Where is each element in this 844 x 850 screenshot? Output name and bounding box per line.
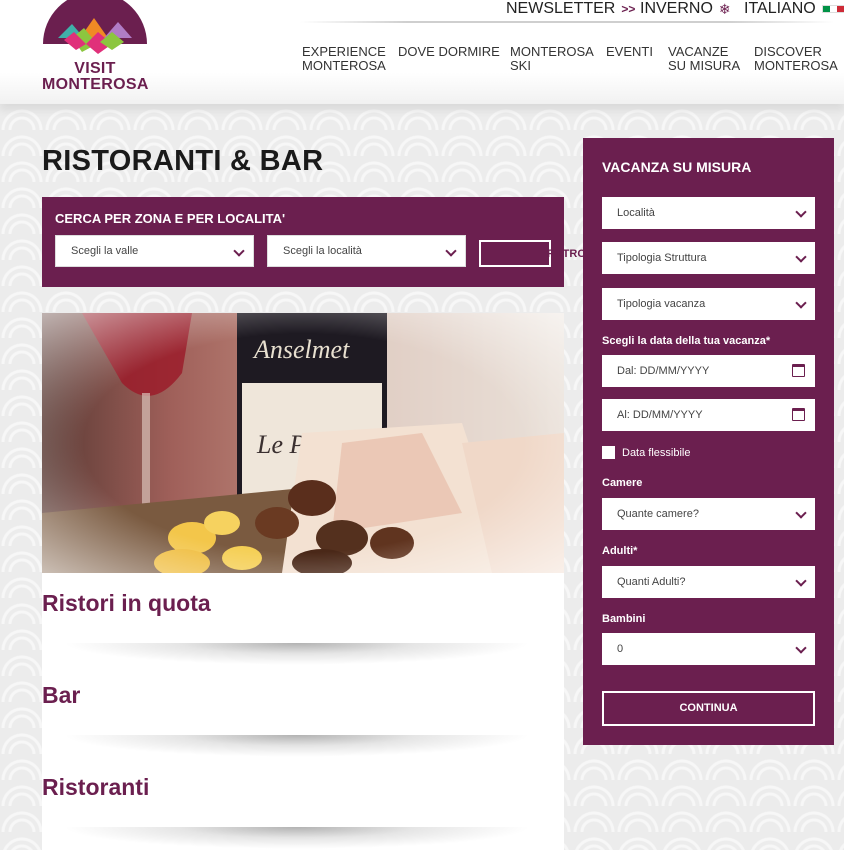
localita-dropdown[interactable]: Località [602, 197, 815, 229]
logo-visit-text: VISIT [74, 60, 116, 77]
chevron-down-icon [795, 642, 807, 654]
bambini-dropdown-value: 0 [617, 643, 624, 655]
date-to-field[interactable]: Al: DD/MM/YYYY [602, 399, 815, 431]
double-chevron-right-icon: >> [621, 2, 636, 16]
filter-button[interactable]: FILTRO [479, 240, 586, 267]
calendar-icon[interactable] [792, 364, 805, 377]
chevron-down-icon [795, 251, 807, 263]
nav-dove-dormire[interactable]: DOVE DORMIRE [398, 45, 500, 59]
category-divider [62, 827, 532, 849]
calendar-icon[interactable] [792, 408, 805, 421]
adulti-dropdown[interactable]: Quanti Adulti? [602, 566, 815, 598]
nav-discover-monterosa[interactable]: DISCOVER MONTEROSA [754, 45, 838, 73]
sidebar-title: VACANZA SU MISURA [602, 159, 752, 175]
page-title: RISTORANTI & BAR [42, 145, 324, 177]
language-label: ITALIANO [744, 0, 816, 17]
nav-eventi[interactable]: EVENTI [606, 45, 653, 59]
date-label: Scegli la data della tua vacanza* [602, 335, 771, 347]
camere-label: Camere [602, 477, 643, 489]
season-label: INVERNO [640, 0, 713, 17]
bambini-dropdown[interactable]: 0 [602, 633, 815, 665]
snowflake-icon: ❄ [718, 0, 731, 17]
continua-button[interactable]: CONTINUA [602, 691, 815, 726]
camere-dropdown-label: Quante camere? [617, 508, 699, 520]
nav-experience-monterosa[interactable]: EXPERIENCE MONTEROSA [302, 45, 386, 73]
hero-image: Anselmet Le P [42, 313, 564, 573]
italy-flag-icon [821, 5, 844, 13]
tipologia-struttura-label: Tipologia Struttura [617, 252, 707, 264]
topbar-divider [300, 21, 834, 23]
nav-monterosa-ski[interactable]: MONTEROSA SKI [510, 45, 594, 73]
category-ristoranti[interactable]: Ristoranti [42, 774, 149, 801]
vacanza-su-misura-form: VACANZA SU MISURA Località Tipologia Str… [583, 138, 834, 745]
chevron-down-icon [233, 245, 245, 257]
visit-monterosa-logo[interactable]: VISIT MONTEROSA [42, 0, 148, 96]
nav-vacanze-su-misura[interactable]: VACANZE SU MISURA [668, 45, 740, 73]
search-panel-title: CERCA PER ZONA E PER LOCALITA' [55, 211, 286, 226]
adulti-label: Adulti* [602, 545, 638, 557]
newsletter-label: NEWSLETTER [506, 0, 616, 17]
chevron-down-icon [445, 245, 457, 257]
logo-mountains-icon [43, 0, 147, 54]
site-header: VISIT MONTEROSA NEWSLETTER >> INVERNO ❄ … [0, 0, 844, 104]
chevron-down-icon [795, 507, 807, 519]
language-switch[interactable]: ITALIANO [744, 0, 844, 18]
localita-select-label: Scegli la località [283, 245, 362, 257]
date-from-placeholder: Dal: DD/MM/YYYY [617, 365, 710, 377]
category-divider [62, 735, 532, 757]
tipologia-vacanza-dropdown[interactable]: Tipologia vacanza [602, 288, 815, 320]
date-to-placeholder: Al: DD/MM/YYYY [617, 409, 703, 421]
season-switch[interactable]: INVERNO ❄ [640, 0, 731, 18]
valle-select[interactable]: Scegli la valle [55, 235, 254, 267]
category-ristori-in-quota[interactable]: Ristori in quota [42, 590, 211, 617]
search-panel: CERCA PER ZONA E PER LOCALITA' Scegli la… [42, 197, 586, 287]
localita-select[interactable]: Scegli la località [267, 235, 466, 267]
valle-select-label: Scegli la valle [71, 245, 139, 257]
logo-monterosa-text: MONTEROSA [42, 76, 149, 93]
chevron-down-icon [795, 206, 807, 218]
category-divider [62, 643, 532, 665]
flexible-date-checkbox[interactable] [602, 446, 615, 459]
camere-dropdown[interactable]: Quante camere? [602, 498, 815, 530]
category-bar[interactable]: Bar [42, 682, 80, 709]
tipologia-vacanza-label: Tipologia vacanza [617, 298, 706, 310]
wine-and-food-photo: Anselmet Le P [42, 313, 564, 573]
localita-dropdown-label: Località [617, 207, 655, 219]
newsletter-link[interactable]: NEWSLETTER >> [506, 0, 635, 18]
chevron-down-icon [795, 575, 807, 587]
adulti-dropdown-label: Quanti Adulti? [617, 576, 686, 588]
tipologia-struttura-dropdown[interactable]: Tipologia Struttura [602, 242, 815, 274]
chevron-down-icon [795, 297, 807, 309]
filter-button-label: FILTRO [547, 248, 586, 260]
bambini-label: Bambini [602, 613, 646, 625]
date-from-field[interactable]: Dal: DD/MM/YYYY [602, 355, 815, 387]
flexible-date-label: Data flessibile [622, 447, 691, 459]
